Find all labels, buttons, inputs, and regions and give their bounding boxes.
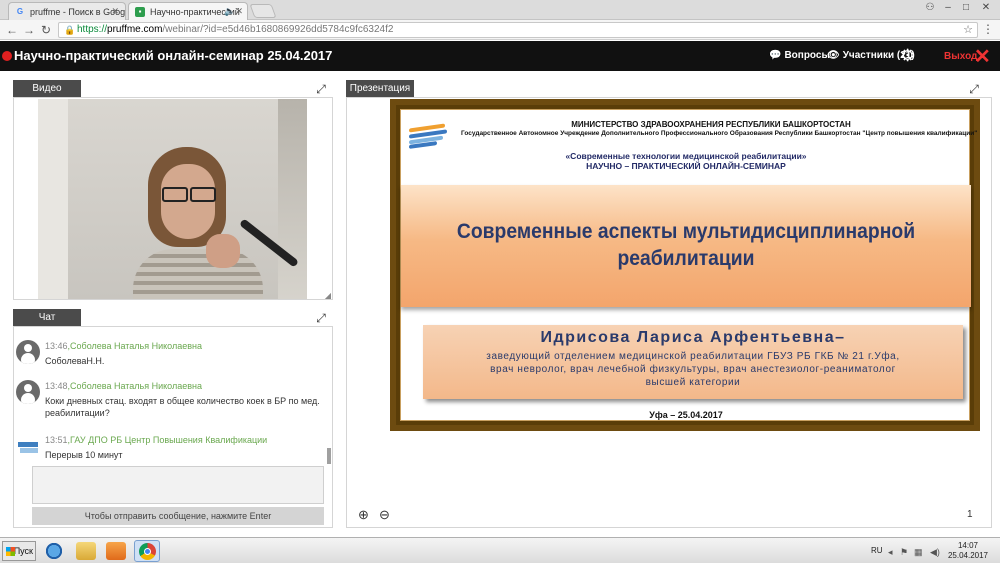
webcam-video [38,99,307,299]
zoom-out-icon[interactable]: ⊖ [379,507,390,523]
questions-button[interactable]: 💬 Вопросы [769,50,830,61]
slide-city-date: Уфа – 25.04.2017 [649,410,723,420]
close-window-icon[interactable]: ✕ [978,0,994,16]
ministry-logo-icon [409,123,449,149]
folder-icon[interactable] [76,542,96,560]
close-icon[interactable]: ✕ [974,44,991,69]
address-bar: ← → ↻ 🔒 https://pruffme.com/webinar/?id=… [0,20,1000,40]
forward-icon[interactable]: → [21,22,37,38]
chat-author[interactable]: ГАУ ДПО РБ Центр Повышения Квалификации [70,435,267,445]
profile-icon[interactable]: ⚇ [922,0,938,16]
chrome-icon [139,543,156,560]
browser-tab-webinar[interactable]: ▪ Научно-практический 🔈✕ [128,2,248,20]
org-logo-icon [16,434,40,458]
new-tab-button[interactable] [249,4,277,18]
page-title: Научно-практический онлайн-семинар 25.04… [14,48,333,63]
close-icon[interactable]: ✕ [111,6,119,17]
reload-icon[interactable]: ↻ [38,22,54,38]
slide-author: Идрисова Лариса Арфентьевна– [540,329,846,346]
expand-icon[interactable]: ⤢ [315,312,327,324]
start-button[interactable]: Пуск [2,541,36,561]
back-icon[interactable]: ← [4,22,20,38]
chat-message: 13:48,Соболева Наталья Николаевна Коки д… [16,380,326,420]
expand-icon[interactable]: ⤢ [968,83,980,95]
media-player-icon[interactable] [106,542,126,560]
gear-icon[interactable]: ⚙ [900,46,915,66]
app-header: Научно-практический онлайн-семинар 25.04… [0,41,1000,71]
resize-handle-icon[interactable]: ◢ [322,290,334,302]
exit-button[interactable]: Выход [944,51,977,62]
chat-message: 13:46,Соболева Наталья Николаевна Соболе… [16,340,326,370]
chat-text: Перерыв 10 минут [45,450,123,460]
close-icon[interactable]: 🔈✕ [224,6,243,17]
send-hint: Чтобы отправить сообщение, нажмите Enter [32,507,324,525]
chat-author[interactable]: Соболева Наталья Николаевна [70,381,202,391]
chat-author[interactable]: Соболева Наталья Николаевна [70,341,202,351]
slide-ministry: МИНИСТЕРСТВО ЗДРАВООХРАНЕНИЯ РЕСПУБЛИКИ … [571,120,851,129]
chat-text: Коки дневных стац. входят в общее количе… [45,396,320,418]
ie-icon[interactable] [44,542,64,560]
slide-seminar: НАУЧНО – ПРАКТИЧЕСКИЙ ОНЛАЙН-СЕМИНАР [586,161,786,171]
network-icon[interactable]: ▦ [914,547,923,558]
browser-menu-icon[interactable]: ⋮ [982,22,994,36]
bookmark-star-icon[interactable]: ☆ [963,23,973,37]
avatar [16,380,40,404]
google-icon: G [16,6,24,16]
page-number: 1 [967,509,973,520]
lock-icon: 🔒 [64,25,76,35]
avatar [16,340,40,364]
expand-icon[interactable]: ⤢ [315,83,327,95]
volume-icon[interactable]: ◀) [930,547,940,558]
chat-scrollbar[interactable] [327,448,331,464]
clock[interactable]: 14:07 25.04.2017 [946,541,990,561]
chat-bubble-icon: 💬 [769,50,782,61]
zoom-in-icon[interactable]: ⊕ [358,507,369,523]
chat-text: СоболеваН.Н. [45,356,105,366]
chat-input[interactable] [32,466,324,504]
slide-org: Государственное Автономное Учреждение До… [461,130,978,137]
video-panel-tab: Видео [13,80,81,97]
presentation-slide: МИНИСТЕРСТВО ЗДРАВООХРАНЕНИЯ РЕСПУБЛИКИ … [390,99,980,431]
chrome-taskbar-button[interactable] [134,540,160,562]
tray-arrow-icon[interactable]: ◂ [888,547,893,558]
chat-message: 13:51,ГАУ ДПО РБ Центр Повышения Квалифи… [16,434,326,464]
eye-icon: 👁 [827,50,840,61]
minimize-icon[interactable]: – [940,0,956,16]
language-indicator[interactable]: RU [871,546,883,555]
maximize-icon[interactable]: □ [958,0,974,16]
record-indicator-icon [2,51,12,61]
taskbar: Пуск RU ◂ ⚑ ▦ ◀) 14:07 25.04.2017 [0,537,1000,563]
slide-title: Современные аспекты мультидисциплинарной… [456,220,916,270]
slide-position: заведующий отделением медицинской реабил… [486,351,900,388]
browser-tab-google[interactable]: G pruffme - Поиск в Google ✕ [8,2,126,20]
url-input[interactable]: 🔒 https://pruffme.com/webinar/?id=e5d46b… [58,22,978,38]
slide-program: «Современные технологии медицинской реаб… [565,151,807,161]
presentation-panel-tab: Презентация [346,80,414,97]
chat-panel-tab: Чат [13,309,81,326]
flag-icon[interactable]: ⚑ [900,547,908,558]
pruffme-icon: ▪ [135,6,145,17]
browser-tab-bar: G pruffme - Поиск в Google ✕ ▪ Научно-пр… [0,0,1000,20]
